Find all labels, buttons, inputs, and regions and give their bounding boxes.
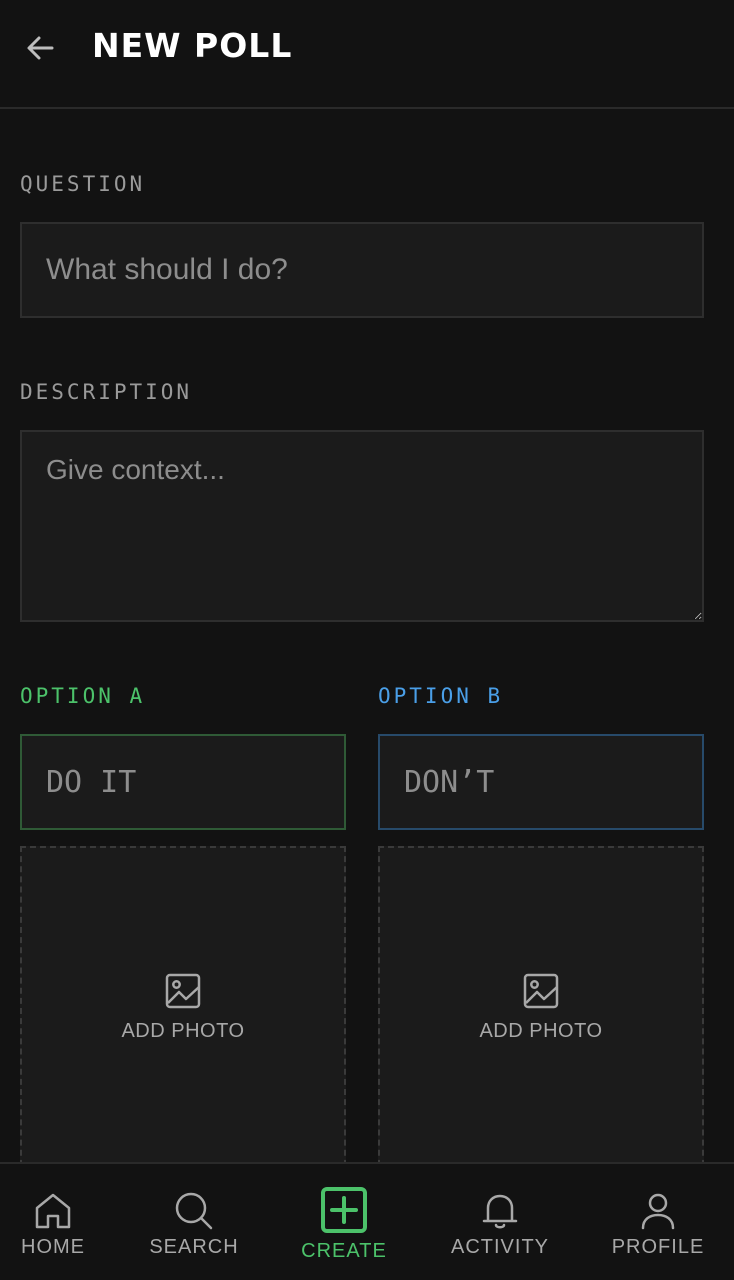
page-title: NEW POLL	[92, 26, 293, 65]
back-button[interactable]	[20, 28, 60, 68]
nav-profile-label: PROFILE	[611, 1236, 705, 1258]
search-icon	[175, 1192, 213, 1230]
option-b-add-photo[interactable]: ADD PHOTO	[378, 846, 704, 1176]
nav-create[interactable]: CREATE	[294, 1164, 394, 1280]
home-icon	[35, 1193, 71, 1229]
image-icon	[523, 973, 559, 1009]
option-a-input[interactable]	[20, 734, 346, 830]
nav-activity-label: ACTIVITY	[450, 1236, 549, 1258]
add-photo-label: ADD PHOTO	[479, 1020, 603, 1042]
app-header: NEW POLL	[0, 0, 734, 109]
description-textarea[interactable]	[20, 430, 704, 622]
plus-square-icon	[321, 1187, 367, 1233]
nav-search[interactable]: SEARCH	[144, 1164, 244, 1280]
add-photo-content: ADD PHOTO	[380, 972, 702, 1043]
add-photo-content: ADD PHOTO	[22, 972, 344, 1043]
image-icon	[165, 973, 201, 1009]
user-icon	[641, 1193, 675, 1230]
nav-home-label: HOME	[21, 1236, 85, 1258]
nav-create-label: CREATE	[301, 1240, 387, 1262]
option-a-label: OPTION A	[20, 684, 146, 708]
bell-icon	[482, 1194, 518, 1229]
option-b-input[interactable]	[378, 734, 704, 830]
nav-home[interactable]: HOME	[13, 1164, 93, 1280]
arrow-left-icon	[27, 36, 54, 60]
bottom-nav: HOME SEARCH CREATE ACTIVITY PROFILE	[0, 1162, 734, 1280]
option-b-label: OPTION B	[378, 684, 504, 708]
question-label: QUESTION	[20, 172, 146, 196]
add-photo-label: ADD PHOTO	[121, 1020, 245, 1042]
nav-search-label: SEARCH	[149, 1236, 239, 1258]
nav-profile[interactable]: PROFILE	[608, 1164, 708, 1280]
question-input[interactable]	[20, 222, 704, 318]
nav-activity[interactable]: ACTIVITY	[444, 1164, 556, 1280]
option-a-add-photo[interactable]: ADD PHOTO	[20, 846, 346, 1176]
description-label: DESCRIPTION	[20, 380, 193, 404]
